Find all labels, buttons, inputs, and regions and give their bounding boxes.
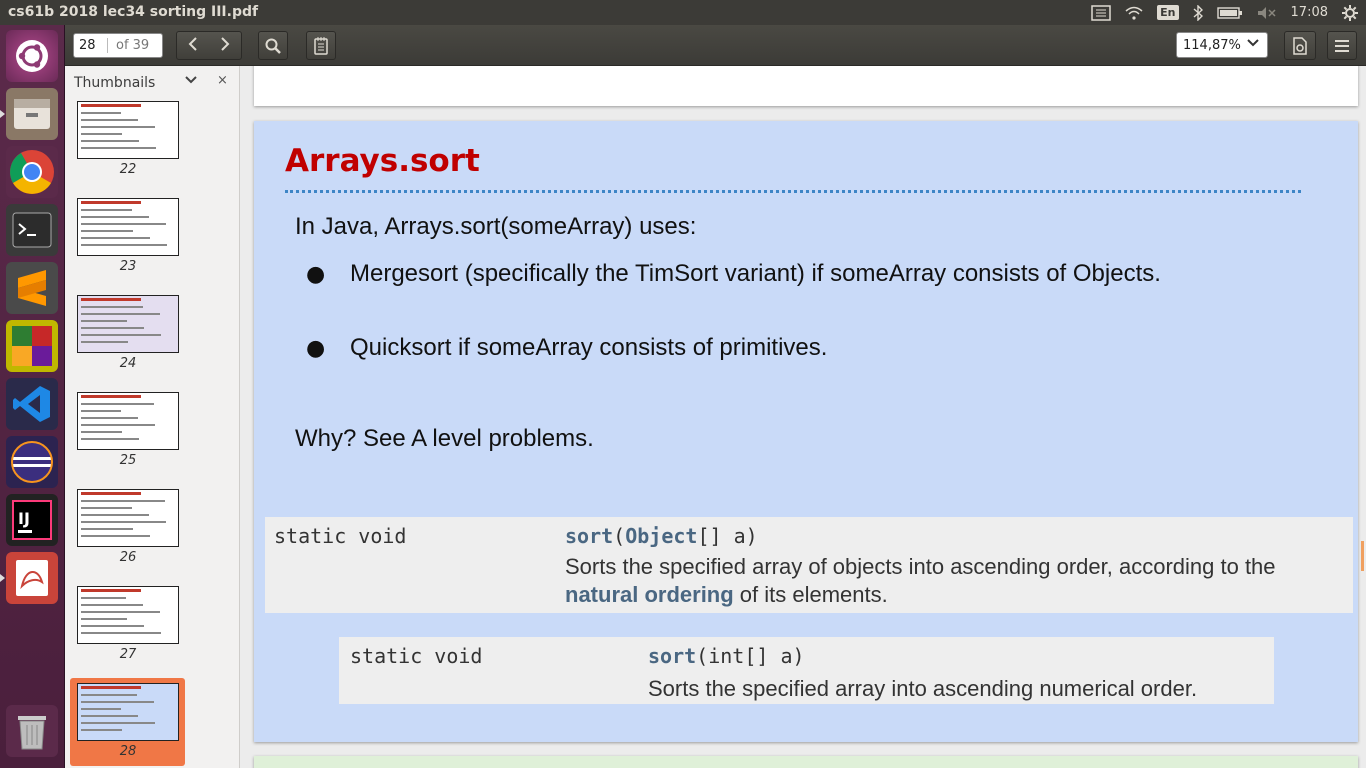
page-thumbnail[interactable] bbox=[77, 101, 179, 159]
page-thumbnail[interactable] bbox=[77, 586, 179, 644]
page-number-input[interactable]: 28 bbox=[74, 38, 108, 53]
chevron-down-icon[interactable] bbox=[185, 75, 197, 85]
title-underline-rule bbox=[285, 190, 1301, 193]
menu-list-icon[interactable] bbox=[1091, 4, 1111, 21]
battery-icon[interactable] bbox=[1216, 6, 1243, 19]
gear-icon[interactable] bbox=[1342, 4, 1358, 21]
files-icon[interactable] bbox=[0, 88, 58, 140]
system-tray: En 17:08 bbox=[1091, 0, 1358, 25]
next-page-button[interactable] bbox=[209, 36, 241, 55]
page-thumbnail[interactable] bbox=[77, 392, 179, 450]
intro-text: In Java, Arrays.sort(someArray) uses: bbox=[295, 213, 697, 240]
thumbnail-page-number: 26 bbox=[119, 550, 137, 565]
previous-page-button[interactable] bbox=[177, 36, 209, 55]
thumbnail-page-number: 25 bbox=[119, 453, 137, 468]
thumbnail-page-number: 28 bbox=[119, 744, 137, 759]
bullet-marker: ● bbox=[306, 262, 326, 287]
api-paren: ( bbox=[613, 524, 626, 548]
chevron-right-icon bbox=[221, 36, 230, 51]
scroll-indicator[interactable] bbox=[1361, 541, 1364, 571]
keyboard-layout-indicator[interactable]: En bbox=[1157, 5, 1179, 20]
chevron-down-icon bbox=[1247, 39, 1259, 47]
sublime-text-icon[interactable] bbox=[6, 262, 58, 314]
zoom-select[interactable]: 114,87% bbox=[1176, 32, 1268, 58]
thumbnail-page-number: 27 bbox=[119, 647, 137, 662]
window-title: cs61b 2018 lec34 sorting III.pdf bbox=[8, 4, 259, 20]
volume-muted-icon[interactable] bbox=[1257, 6, 1277, 20]
page-thumbnail[interactable] bbox=[77, 683, 179, 741]
page-thumbnail[interactable] bbox=[77, 489, 179, 547]
thumbnail-page-number: 23 bbox=[119, 259, 137, 274]
page-selector[interactable]: 28 of 39 bbox=[73, 33, 163, 58]
document-properties-button[interactable] bbox=[1284, 31, 1316, 60]
trash-icon[interactable] bbox=[6, 705, 58, 757]
api-param-rest: [] a) bbox=[697, 524, 758, 548]
wifi-icon[interactable] bbox=[1125, 6, 1143, 20]
notepad-icon bbox=[314, 36, 328, 55]
slide-title: Arrays.sort bbox=[285, 143, 480, 179]
main-menu-button[interactable] bbox=[1327, 31, 1357, 60]
zoom-value: 114,87% bbox=[1183, 37, 1241, 53]
document-viewer-icon[interactable] bbox=[0, 552, 58, 604]
bullet-mergesort: Mergesort (specifically the TimSort vari… bbox=[350, 260, 1161, 287]
search-button[interactable] bbox=[258, 31, 288, 60]
api-params: (int[] a) bbox=[696, 644, 805, 668]
svg-text:IJ: IJ bbox=[18, 509, 30, 528]
api-signature: sort(Object[] a) bbox=[565, 524, 758, 548]
viewer-toolbar: 28 of 39 114,87% bbox=[65, 25, 1366, 66]
page-thumbnail[interactable] bbox=[77, 198, 179, 256]
api-modifier: static void bbox=[274, 524, 407, 548]
sidebar-header: Thumbnails × bbox=[65, 66, 240, 99]
api-description-line1: Sorts the specified array of objects int… bbox=[565, 554, 1276, 579]
next-page bbox=[254, 756, 1358, 768]
thumbnails-sidebar: Thumbnails × 22 23 24 25 26 27 28 bbox=[65, 66, 240, 768]
document-view[interactable]: Arrays.sort In Java, Arrays.sort(someArr… bbox=[240, 66, 1366, 768]
api-description: Sorts the specified array of objects int… bbox=[565, 553, 1355, 609]
api-description-line2: of its elements. bbox=[733, 582, 888, 607]
hamburger-menu-icon bbox=[1335, 39, 1349, 52]
sidebar-mode-selector[interactable]: Thumbnails bbox=[74, 75, 155, 91]
api-modifier: static void bbox=[350, 644, 483, 668]
chevron-left-icon bbox=[188, 36, 197, 51]
page-nav-group bbox=[176, 31, 242, 60]
why-text: Why? See A level problems. bbox=[295, 425, 594, 452]
api-param-type-link[interactable]: Object bbox=[625, 524, 697, 548]
ubuntu-dash-icon[interactable] bbox=[6, 30, 58, 82]
intellij-icon[interactable]: IJ bbox=[6, 494, 58, 546]
api-signature: sort(int[] a) bbox=[648, 644, 805, 668]
api-description: Sorts the specified array into ascending… bbox=[648, 676, 1198, 701]
eclipse-icon[interactable] bbox=[6, 436, 58, 488]
previous-page bbox=[254, 66, 1358, 106]
annotations-button[interactable] bbox=[306, 31, 336, 60]
thumbnail-page-number: 24 bbox=[119, 356, 137, 371]
chrome-icon[interactable] bbox=[6, 146, 58, 198]
unity-launcher: IJ bbox=[0, 25, 65, 768]
vscode-icon[interactable] bbox=[6, 378, 58, 430]
terminal-icon[interactable] bbox=[6, 204, 58, 256]
page-thumbnail[interactable] bbox=[77, 295, 179, 353]
api-method-name: sort bbox=[648, 644, 697, 668]
natural-ordering-link[interactable]: natural ordering bbox=[565, 582, 734, 607]
api-doc-object-sort: static void sort(Object[] a) Sorts the s… bbox=[265, 517, 1353, 613]
bullet-marker: ● bbox=[306, 336, 326, 361]
thumbnail-page-number: 22 bbox=[119, 162, 137, 177]
search-icon bbox=[265, 38, 281, 54]
document-icon bbox=[1293, 36, 1307, 55]
api-doc-int-sort: static void sort(int[] a) Sorts the spec… bbox=[339, 637, 1274, 704]
libreoffice-icon[interactable] bbox=[6, 320, 58, 372]
bluetooth-icon[interactable] bbox=[1193, 4, 1203, 21]
api-method-name: sort bbox=[565, 524, 614, 548]
page-total-label: of 39 bbox=[116, 38, 150, 53]
bullet-quicksort: Quicksort if someArray consists of primi… bbox=[350, 334, 828, 361]
close-sidebar-button[interactable]: × bbox=[217, 73, 228, 88]
system-top-bar: cs61b 2018 lec34 sorting III.pdf En 17:0… bbox=[0, 0, 1366, 25]
current-slide-page: Arrays.sort In Java, Arrays.sort(someArr… bbox=[254, 121, 1358, 742]
clock[interactable]: 17:08 bbox=[1291, 5, 1328, 20]
